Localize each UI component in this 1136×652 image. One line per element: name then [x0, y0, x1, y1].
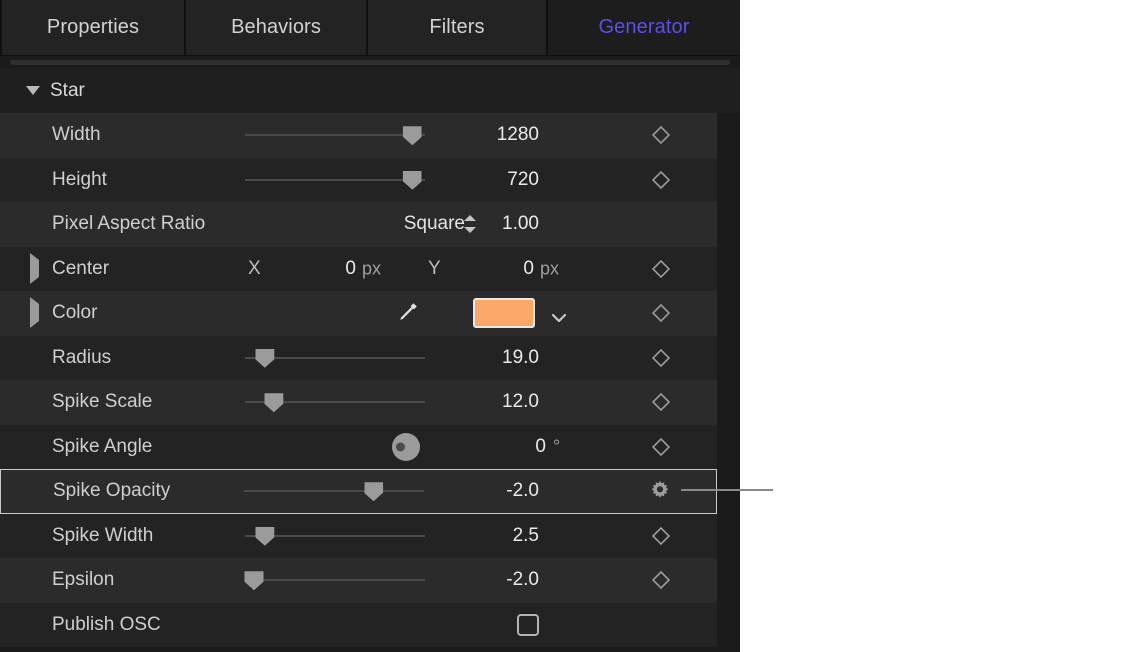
slider-thumb[interactable]	[255, 526, 275, 546]
unit-label-y: px	[540, 258, 560, 279]
param-label-spike-scale: Spike Scale	[52, 391, 153, 413]
keyframe-diamond-icon[interactable]	[651, 570, 671, 590]
param-label-center: Center	[52, 257, 110, 279]
slider-track	[245, 178, 425, 181]
param-value-center-x[interactable]: 0	[312, 258, 356, 280]
param-row-height[interactable]: Height 720	[0, 157, 717, 202]
color-swatch[interactable]	[473, 298, 535, 329]
param-label-width: Width	[52, 124, 101, 146]
tab-properties[interactable]: Properties	[2, 0, 184, 55]
group-title-label: Star	[50, 79, 85, 101]
param-row-spike-scale[interactable]: Spike Scale 12.0	[0, 380, 717, 425]
axis-label-y: Y	[428, 257, 441, 279]
keyframe-diamond-icon[interactable]	[651, 259, 671, 279]
eyedropper-icon[interactable]	[394, 300, 420, 326]
keyframe-diamond-icon[interactable]	[651, 125, 671, 145]
keyframe-diamond-icon[interactable]	[651, 303, 671, 323]
keyframe-diamond-icon[interactable]	[651, 170, 671, 190]
param-value-height[interactable]: 720	[507, 169, 539, 191]
param-label-spike-width: Spike Width	[52, 524, 154, 546]
slider-width[interactable]	[245, 124, 425, 146]
inspector-panel: Properties Behaviors Filters Generator S…	[0, 0, 740, 652]
param-value-spike-width[interactable]: 2.5	[513, 525, 539, 547]
callout-annotation: The gear icon indicates that the paramet…	[740, 0, 1136, 652]
inspector-tab-bar: Properties Behaviors Filters Generator	[0, 0, 740, 56]
slider-thumb[interactable]	[264, 393, 284, 413]
unit-label-x: px	[362, 258, 382, 279]
tab-generator-label: Generator	[598, 16, 690, 38]
param-row-epsilon[interactable]: Epsilon -2.0	[0, 558, 717, 603]
publish-osc-checkbox[interactable]	[517, 613, 539, 636]
param-label-pixel-aspect-ratio: Pixel Aspect Ratio	[52, 213, 206, 235]
keyframe-diamond-icon[interactable]	[651, 437, 671, 457]
slider-thumb[interactable]	[255, 348, 275, 368]
param-label-epsilon: Epsilon	[52, 569, 115, 591]
gear-icon[interactable]	[648, 479, 672, 503]
slider-height[interactable]	[245, 169, 425, 191]
popup-arrows-icon[interactable]	[464, 214, 476, 234]
keyframe-diamond-icon[interactable]	[651, 392, 671, 412]
param-value-center-y[interactable]: 0	[490, 258, 534, 280]
disclosure-triangle-right-icon[interactable]	[30, 297, 39, 329]
tab-filters-label: Filters	[429, 16, 485, 38]
slider-thumb[interactable]	[402, 170, 422, 190]
param-row-center[interactable]: Center X 0 px Y 0 px	[0, 246, 717, 291]
param-label-height: Height	[52, 168, 107, 190]
keyframe-diamond-icon[interactable]	[651, 526, 671, 546]
param-label-spike-angle: Spike Angle	[52, 435, 153, 457]
horizontal-scrollbar[interactable]	[0, 56, 740, 68]
slider-thumb[interactable]	[364, 482, 384, 502]
tab-filters[interactable]: Filters	[368, 0, 546, 55]
param-value-epsilon[interactable]: -2.0	[506, 569, 539, 591]
keyframe-diamond-icon[interactable]	[651, 348, 671, 368]
tab-generator[interactable]: Generator	[548, 0, 740, 55]
param-value-radius[interactable]: 19.0	[502, 347, 539, 369]
slider-track	[244, 490, 424, 493]
popup-value-pixel-aspect-ratio[interactable]: Square	[385, 213, 465, 235]
slider-spike-width[interactable]	[245, 525, 425, 547]
param-row-spike-opacity[interactable]: Spike Opacity -2.0	[0, 469, 717, 514]
angle-dial-indicator	[396, 442, 405, 452]
callout-leader-line	[681, 489, 773, 491]
param-row-color[interactable]: Color	[0, 291, 717, 336]
param-row-pixel-aspect-ratio[interactable]: Pixel Aspect Ratio Square 1.00	[0, 202, 717, 247]
tab-behaviors[interactable]: Behaviors	[186, 0, 366, 55]
axis-label-x: X	[248, 257, 261, 279]
param-row-publish-osc[interactable]: Publish OSC	[0, 602, 717, 647]
slider-thumb[interactable]	[244, 571, 264, 591]
tab-properties-label: Properties	[46, 16, 140, 38]
disclosure-triangle-down-icon[interactable]	[26, 86, 40, 95]
tab-behaviors-label: Behaviors	[231, 16, 321, 38]
param-row-width[interactable]: Width 1280	[0, 113, 717, 158]
slider-radius[interactable]	[245, 347, 425, 369]
parameter-list: Star Width 1280 Height 720 Pixel Aspect …	[0, 68, 740, 652]
slider-track	[245, 579, 425, 582]
param-row-spike-angle[interactable]: Spike Angle 0 °	[0, 424, 717, 469]
param-label-publish-osc: Publish OSC	[52, 613, 161, 635]
param-label-spike-opacity: Spike Opacity	[53, 480, 171, 502]
param-label-color: Color	[52, 302, 98, 324]
slider-spike-opacity[interactable]	[244, 480, 424, 502]
unit-label-degrees: °	[553, 436, 561, 457]
param-row-radius[interactable]: Radius 19.0	[0, 335, 717, 380]
param-value-spike-opacity[interactable]: -2.0	[506, 480, 539, 502]
param-value-pixel-aspect-ratio[interactable]: 1.00	[502, 213, 539, 235]
param-value-width[interactable]: 1280	[497, 124, 539, 146]
scrollbar-thumb[interactable]	[10, 60, 730, 65]
slider-thumb[interactable]	[402, 126, 422, 146]
angle-dial[interactable]	[392, 432, 420, 461]
chevron-down-icon[interactable]	[551, 309, 567, 323]
param-value-spike-angle[interactable]: 0	[506, 436, 546, 458]
param-row-spike-width[interactable]: Spike Width 2.5	[0, 513, 717, 558]
disclosure-triangle-right-icon[interactable]	[30, 252, 39, 284]
slider-track	[245, 134, 425, 137]
slider-epsilon[interactable]	[244, 569, 425, 591]
group-header-star[interactable]: Star	[0, 68, 740, 113]
slider-spike-scale[interactable]	[245, 391, 425, 413]
param-value-spike-scale[interactable]: 12.0	[502, 391, 539, 413]
param-label-radius: Radius	[52, 346, 112, 368]
